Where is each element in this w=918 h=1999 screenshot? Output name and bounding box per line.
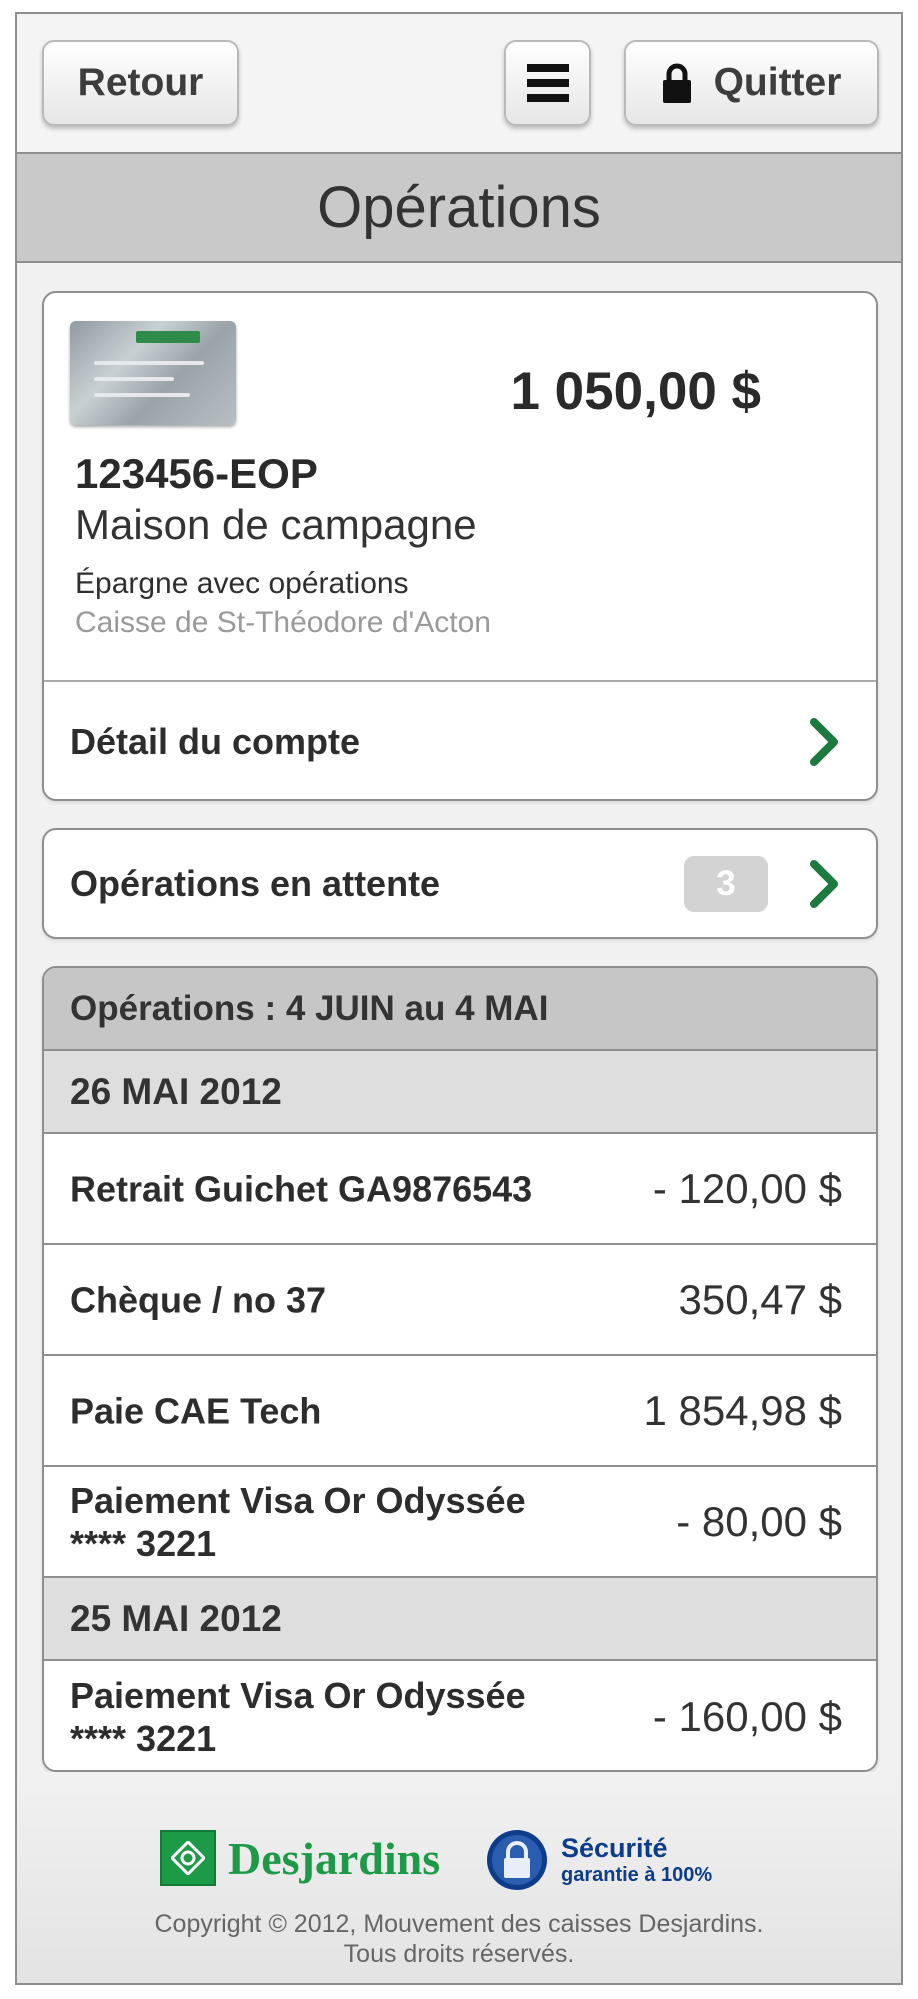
desjardins-emblem-icon <box>160 1830 216 1886</box>
copyright-line: Copyright © 2012, Mouvement des caisses … <box>154 1910 764 1938</box>
top-toolbar: Retour Quitter <box>17 14 901 152</box>
date-label: 25 MAI 2012 <box>70 1597 282 1639</box>
account-detail-link[interactable]: Détail du compte <box>44 680 876 799</box>
back-button-label: Retour <box>77 61 204 104</box>
pending-operations-label: Opérations en attente <box>70 862 441 904</box>
transaction-description: Paiement Visa Or Odyssée **** 3221 <box>70 1479 526 1564</box>
account-type: Épargne avec opérations <box>75 567 409 600</box>
security-guarantee-badge[interactable]: Sécurité garantie à 100% <box>485 1828 712 1892</box>
quit-button[interactable]: Quitter <box>624 40 879 126</box>
date-group-header: 25 MAI 2012 <box>44 1578 876 1661</box>
transaction-row[interactable]: Chèque / no 37 350,47 $ <box>44 1245 876 1356</box>
desjardins-card-image <box>70 321 236 425</box>
account-balance: 1 050,00 $ <box>510 362 761 421</box>
operations-list: Opérations : 4 JUIN au 4 MAI 26 MAI 2012… <box>42 966 878 1772</box>
security-title: Sécurité <box>561 1833 668 1863</box>
transaction-amount: - 120,00 $ <box>652 1164 842 1212</box>
padlock-seal-icon <box>487 1830 547 1890</box>
pending-count-badge: 3 <box>684 856 768 912</box>
transaction-description: Paie CAE Tech <box>70 1390 322 1431</box>
transaction-row[interactable]: Retrait Guichet GA9876543 - 120,00 $ <box>44 1134 876 1245</box>
security-subtitle: garantie à 100% <box>561 1864 713 1886</box>
desjardins-wordmark: Desjardins <box>228 1832 441 1884</box>
page-title: Opérations <box>17 152 901 263</box>
copyright-line: Tous droits réservés. <box>343 1940 575 1968</box>
pending-operations-link[interactable]: Opérations en attente 3 <box>42 828 878 939</box>
account-detail-label: Détail du compte <box>70 720 361 762</box>
date-label: 26 MAI 2012 <box>70 1070 282 1112</box>
transaction-amount: 1 854,98 $ <box>643 1386 842 1434</box>
account-summary-card: 1 050,00 $ 123456-EOP Maison de campagne… <box>42 291 878 801</box>
quit-button-label: Quitter <box>713 61 842 104</box>
transaction-description: Paiement Visa Or Odyssée **** 3221 <box>70 1674 526 1759</box>
transaction-description: Chèque / no 37 <box>70 1279 327 1320</box>
hamburger-menu-icon <box>526 64 569 102</box>
account-name: Maison de campagne <box>75 501 477 548</box>
chevron-right-icon <box>810 717 838 766</box>
menu-button[interactable] <box>504 40 591 126</box>
account-branch: Caisse de St-Théodore d'Acton <box>75 606 491 639</box>
date-group-header: 26 MAI 2012 <box>44 1051 876 1134</box>
footer: Desjardins Sécurité garantie à 100% Copy… <box>17 1772 901 1983</box>
transaction-row[interactable]: Paiement Visa Or Odyssée **** 3221 - 80,… <box>44 1467 876 1578</box>
app-screen: Retour Quitter Opérations 1 050,00 $ 123… <box>15 12 903 1985</box>
transaction-amount: 350,47 $ <box>678 1275 843 1323</box>
desjardins-logo[interactable]: Desjardins <box>160 1830 440 1886</box>
transaction-row[interactable]: Paiement Visa Or Odyssée **** 3221 - 160… <box>44 1661 876 1770</box>
chevron-right-icon <box>810 859 838 908</box>
transaction-amount: - 160,00 $ <box>652 1692 842 1740</box>
transaction-description: Retrait Guichet GA9876543 <box>70 1168 533 1209</box>
back-button[interactable]: Retour <box>42 40 239 126</box>
lock-icon <box>662 63 692 103</box>
transaction-row[interactable]: Paie CAE Tech 1 854,98 $ <box>44 1356 876 1467</box>
operations-period-header: Opérations : 4 JUIN au 4 MAI <box>44 968 876 1051</box>
copyright-notice: Copyright © 2012, Mouvement des caisses … <box>17 1909 901 1969</box>
account-number: 123456-EOP <box>75 450 318 497</box>
operations-period-label: Opérations : 4 JUIN au 4 MAI <box>70 988 549 1028</box>
transaction-amount: - 80,00 $ <box>676 1497 842 1545</box>
